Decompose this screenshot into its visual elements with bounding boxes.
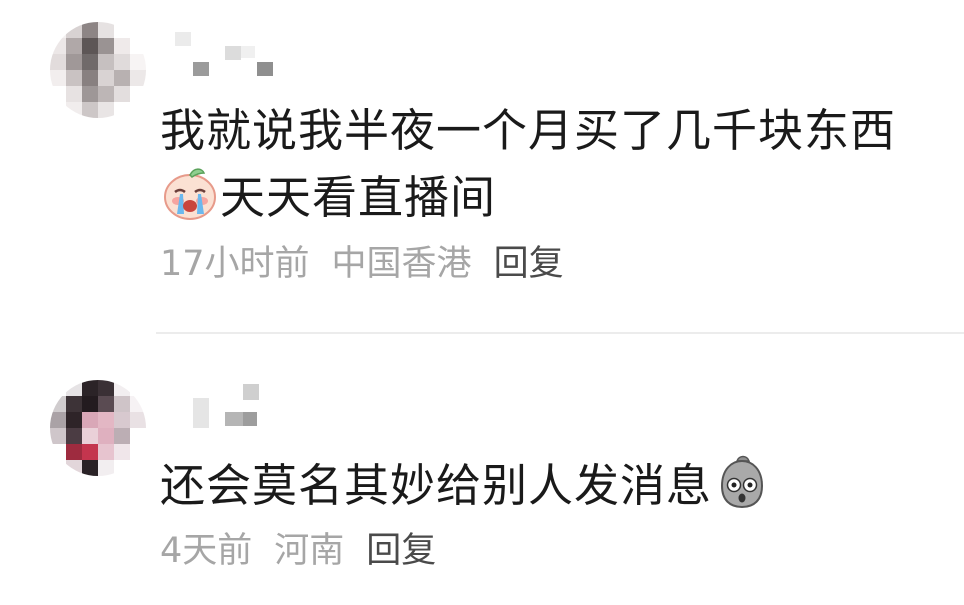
comment-item: 还会莫名其妙给别人发消息 4天前 河南 回复 (0, 334, 964, 605)
comment-meta: 17小时前 中国香港 回复 (160, 242, 564, 286)
username-blurred[interactable] (175, 30, 285, 80)
comment-text-part: 天天看直播间 (220, 171, 497, 224)
comment-time: 4天前 (160, 531, 253, 571)
comment-time: 17小时前 (160, 244, 310, 284)
comment-text: 我就说我半夜一个月买了几千块东西 天天看直播间 (160, 98, 920, 231)
avatar[interactable] (50, 22, 146, 118)
shocked-face-icon (713, 452, 771, 510)
username-blurred[interactable] (175, 384, 285, 434)
comment-text-part: 我就说我半夜一个月买了几千块东西 (160, 104, 897, 157)
comment-text-part: 还会莫名其妙给别人发消息 (160, 459, 713, 512)
comment-item: 我就说我半夜一个月买了几千块东西 天天看直播间 17小时前 中国香港 回复 (0, 0, 964, 333)
avatar[interactable] (50, 380, 146, 476)
comment-text: 还会莫名其妙给别人发消息 (160, 452, 920, 519)
reply-button[interactable]: 回复 (494, 244, 564, 284)
crying-face-icon (161, 164, 219, 222)
reply-button[interactable]: 回复 (366, 531, 436, 571)
comment-meta: 4天前 河南 回复 (160, 529, 436, 573)
comment-location: 中国香港 (331, 244, 472, 284)
comment-location: 河南 (274, 531, 345, 571)
